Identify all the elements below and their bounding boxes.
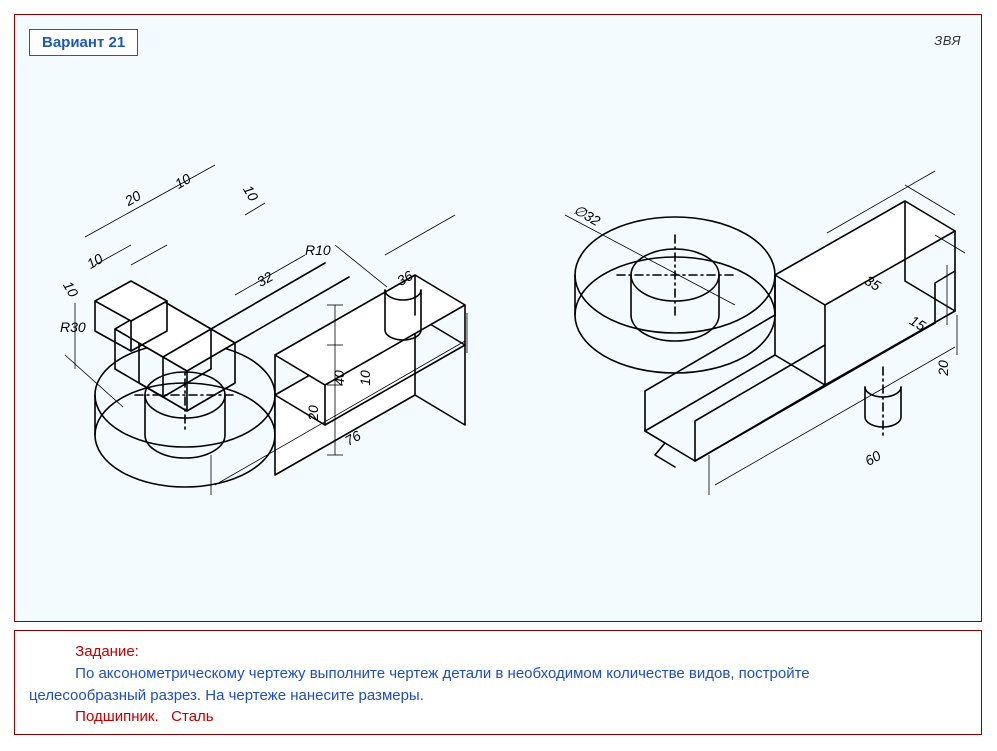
left-iso-drawing <box>35 155 495 575</box>
task-panel: Задание: По аксонометрическому чертежу в… <box>14 630 982 735</box>
dim-40: 40 <box>331 370 347 386</box>
task-part-name: Подшипник. <box>75 708 158 725</box>
dim-10v: 10 <box>357 370 373 386</box>
task-material: Сталь <box>171 708 213 725</box>
right-iso-drawing <box>505 155 975 585</box>
drawing-panel: Вариант 21 ЗВЯ <box>14 14 982 622</box>
task-heading: Задание: <box>75 643 139 660</box>
task-body-line1: По аксонометрическому чертежу выполните … <box>75 665 809 682</box>
dim-20v: 20 <box>305 405 321 421</box>
corner-mark: ЗВЯ <box>934 33 961 48</box>
variant-label: Вариант 21 <box>42 34 125 51</box>
task-body-line2: целесообразный разрез. На чертеже нанеси… <box>29 687 424 704</box>
dim-r10: R10 <box>305 242 331 258</box>
dim-r30: R30 <box>60 319 86 335</box>
variant-badge: Вариант 21 <box>29 29 138 56</box>
dim-20r: 20 <box>935 360 951 376</box>
